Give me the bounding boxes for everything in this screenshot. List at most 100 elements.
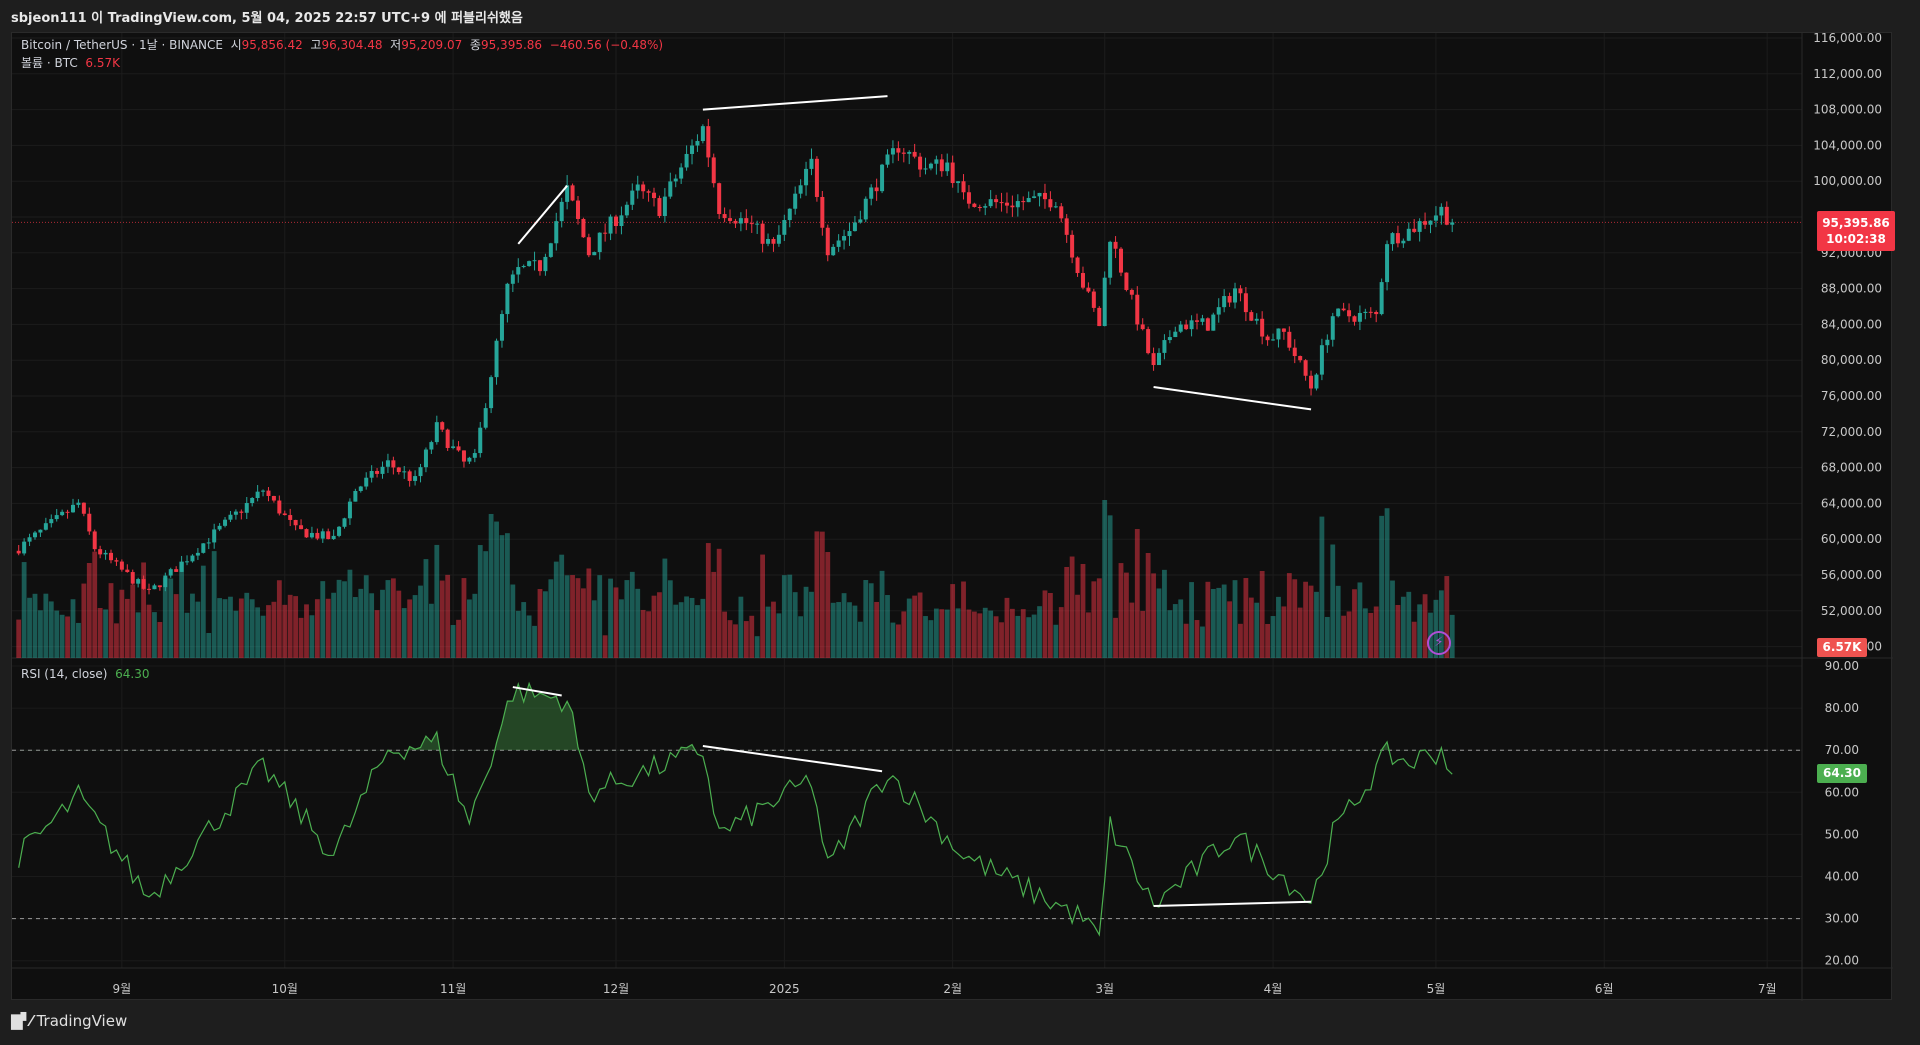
candle [733,218,738,228]
rsi-label[interactable]: RSI (14, close) [21,667,107,681]
candle [956,181,961,193]
volume-bar [1107,515,1113,658]
candle [22,538,27,556]
volume-bar [1096,578,1102,658]
change-value: −460.56 (−0.48%) [549,38,664,52]
candle-body [109,552,114,561]
chart-canvas[interactable]: 9월 10월 11월 12월 2025 2월 3월 4월 5월 6월 7월 116,000.00 112… [12,33,1893,1001]
candle-body [331,535,336,540]
candle [1444,201,1449,226]
candle [266,487,271,502]
candle-body [1108,241,1113,278]
candle [212,523,217,549]
price-axis-label: 72,000.00 [1821,425,1882,439]
volume-bar [803,586,809,658]
candle-body [581,218,586,238]
volume-bar [662,558,668,658]
volume-bar [1009,608,1015,658]
candle-body [1352,316,1357,322]
rsi-trendline [1153,900,1312,907]
volume-bar [141,562,146,658]
candle [912,143,917,159]
volume-bar [173,594,179,658]
volume-bar [81,583,87,658]
candle-body [380,466,385,474]
candle-body [32,532,37,538]
candle [440,421,445,433]
volume-bar [586,568,592,658]
low-label: 저 [390,38,402,52]
volume-label[interactable]: 볼륨 · BTC [21,56,78,70]
volume-bar [1379,515,1385,658]
volume-bar [1395,604,1401,658]
candle [239,509,244,520]
candle-body [1363,311,1368,313]
candle-body [342,518,347,527]
volume-bar [445,574,451,658]
candle [565,175,570,210]
candle [760,220,765,253]
price-axis-label: 52,000.00 [1821,604,1882,618]
candle [1178,321,1183,334]
volume-bar [1227,601,1232,658]
candle [820,190,825,236]
volume-bar [646,611,651,658]
volume-bar [738,596,744,658]
tradingview-logo[interactable]: ▇▘⁄ TradingView [11,1012,127,1030]
candle-body [1233,288,1238,303]
candle-body [956,181,961,184]
volume-bar [885,595,890,658]
candle-body [1357,312,1362,322]
candle-body [983,206,988,208]
candle-body [1140,324,1145,330]
candle [619,206,624,235]
volume-bar [695,605,700,658]
candle-body [825,227,830,256]
candle-body [809,158,814,169]
chart-area[interactable]: 9월 10월 11월 12월 2025 2월 3월 4월 5월 6월 7월 116,000.00 112… [11,32,1895,1001]
volume-bar [92,551,98,658]
candle-body [261,490,266,492]
volume-bar [1069,556,1075,658]
candle [749,215,754,233]
volume-bar [624,580,630,658]
volume-bar [1151,573,1156,658]
candle-body [646,191,651,193]
candle-body [423,449,428,468]
volume-bar [1210,588,1216,658]
candle [1021,196,1026,211]
candle-body [744,218,749,224]
candle [673,174,678,188]
volume-bar [1390,580,1395,658]
candle-body [939,159,944,172]
volume-bar [1449,614,1455,658]
candle-body [49,519,54,524]
rsi-tag: 64.30 [1817,764,1867,783]
candle-body [847,231,852,237]
x-axis-label: 6월 [1595,982,1614,996]
candle-body [543,256,548,272]
candle [847,222,852,246]
volume-bar [477,545,483,658]
candle-body [1184,324,1189,330]
symbol-name[interactable]: Bitcoin / TetherUS · 1날 · BINANCE [21,38,223,52]
candle-body [147,588,152,590]
candle [983,203,988,216]
candle [337,525,342,538]
candle [641,181,646,199]
lightning-icon[interactable]: ⚡ [1427,631,1451,655]
candle [548,242,553,258]
candle-body [1249,312,1254,321]
candle-body [1124,272,1129,290]
volume-bar [977,613,983,658]
candle-body [1243,293,1248,313]
volume-bar [369,593,375,658]
candle-body [1444,206,1449,225]
volume-bar [1058,607,1064,658]
price-trendline [1153,386,1312,411]
candle-body [309,532,314,538]
candle-body [869,187,874,199]
candle-body [1021,201,1026,203]
candle-body [1157,352,1161,366]
candle-body [429,442,434,450]
